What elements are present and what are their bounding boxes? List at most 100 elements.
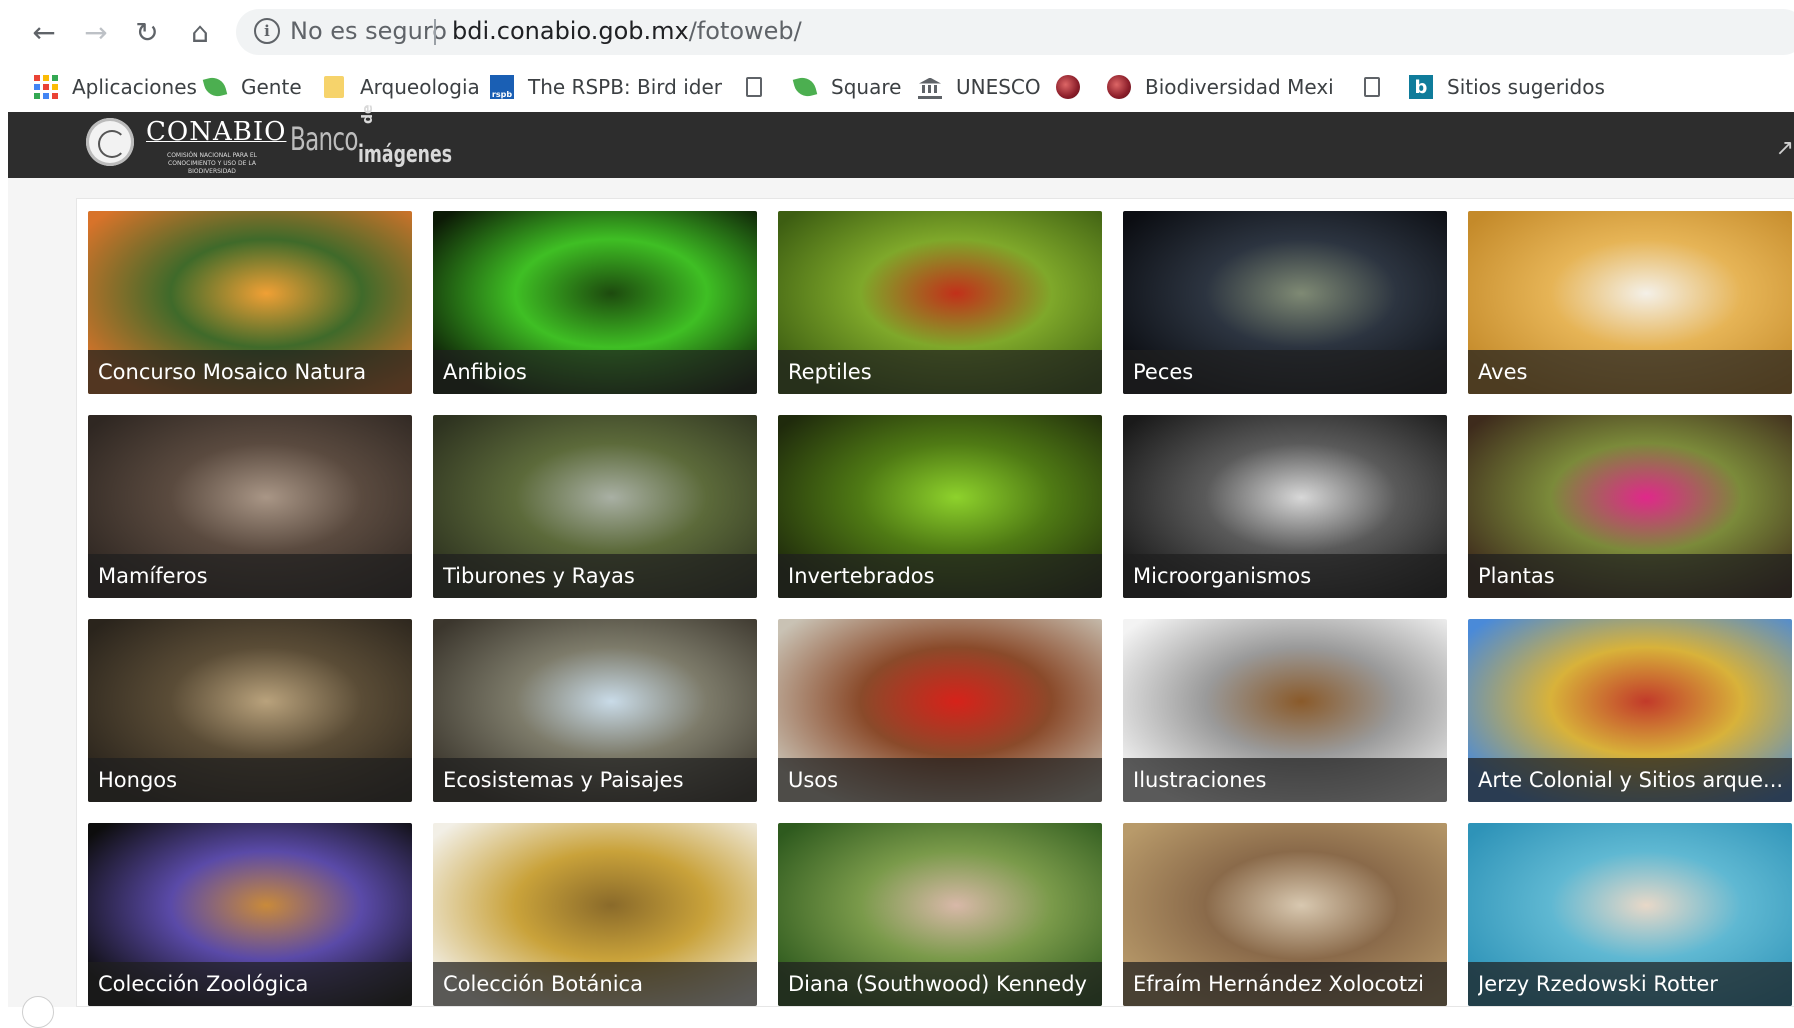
back-arrow-icon[interactable]: ← bbox=[24, 12, 64, 52]
category-label: Usos bbox=[788, 768, 839, 792]
category-caption: Jerzy Rzedowski Rotter bbox=[1468, 962, 1792, 1006]
category-label: Invertebrados bbox=[788, 564, 935, 588]
category-caption: Ilustraciones bbox=[1123, 758, 1447, 802]
globe-icon bbox=[1056, 75, 1080, 99]
category-tile[interactable]: Colección Zoológica bbox=[88, 823, 412, 1006]
leaf-icon bbox=[202, 74, 228, 100]
bookmark-page-1[interactable] bbox=[742, 71, 780, 103]
category-tile[interactable]: Diana (Southwood) Kennedy bbox=[778, 823, 1102, 1006]
bookmark-label: Biodiversidad Mexica bbox=[1145, 75, 1333, 99]
category-caption: Ecosistemas y Paisajes bbox=[433, 758, 757, 802]
bookmark-rspb[interactable]: rspb The RSPB: Bird identi bbox=[490, 71, 722, 103]
category-label: Microorganismos bbox=[1133, 564, 1312, 588]
category-label: Hongos bbox=[98, 768, 178, 792]
banco-de: de bbox=[360, 104, 376, 124]
category-caption: Invertebrados bbox=[778, 554, 1102, 598]
forward-arrow-icon[interactable]: → bbox=[76, 12, 116, 52]
category-tile[interactable]: Efraím Hernández Xolocotzi bbox=[1123, 823, 1447, 1006]
category-tile[interactable]: Tiburones y Rayas bbox=[433, 415, 757, 598]
category-caption: Mamíferos bbox=[88, 554, 412, 598]
category-caption: Aves bbox=[1468, 350, 1792, 394]
category-tile[interactable]: Microorganismos bbox=[1123, 415, 1447, 598]
bookmark-unesco[interactable]: UNESCO bbox=[918, 71, 1041, 103]
category-tile[interactable]: Ilustraciones bbox=[1123, 619, 1447, 802]
category-tile[interactable]: Arte Colonial y Sitios arque... bbox=[1468, 619, 1792, 802]
bookmark-arqueologia[interactable]: Arqueologia bbox=[322, 71, 480, 103]
globe-icon bbox=[1107, 75, 1131, 99]
category-label: Arte Colonial y Sitios arque... bbox=[1478, 768, 1784, 792]
bookmark-gente[interactable]: Gente bbox=[202, 71, 302, 103]
category-label: Diana (Southwood) Kennedy bbox=[788, 972, 1087, 996]
bookmark-label: The RSPB: Bird identi bbox=[528, 75, 722, 99]
category-label: Efraím Hernández Xolocotzi bbox=[1133, 972, 1424, 996]
category-label: Jerzy Rzedowski Rotter bbox=[1478, 972, 1718, 996]
category-label: Peces bbox=[1133, 360, 1194, 384]
scroll-to-top-button[interactable] bbox=[22, 996, 54, 1028]
category-caption: Reptiles bbox=[778, 350, 1102, 394]
category-label: Aves bbox=[1478, 360, 1528, 384]
category-tile[interactable]: Plantas bbox=[1468, 415, 1792, 598]
category-caption: Tiburones y Rayas bbox=[433, 554, 757, 598]
info-icon[interactable]: i bbox=[254, 18, 280, 44]
bookmark-label: Aplicaciones bbox=[72, 75, 197, 99]
reload-icon[interactable]: ↻ bbox=[127, 12, 167, 52]
category-tile[interactable]: Anfibios bbox=[433, 211, 757, 394]
category-tile[interactable]: Hongos bbox=[88, 619, 412, 802]
bookmark-label: Arqueologia bbox=[360, 75, 480, 99]
category-tile[interactable]: Ecosistemas y Paisajes bbox=[433, 619, 757, 802]
category-caption: Colección Botánica bbox=[433, 962, 757, 1006]
category-label: Anfibios bbox=[443, 360, 527, 384]
category-caption: Plantas bbox=[1468, 554, 1792, 598]
category-tile[interactable]: Reptiles bbox=[778, 211, 1102, 394]
category-caption: Anfibios bbox=[433, 350, 757, 394]
site-header: CONABIO COMISIÓN NACIONAL PARA EL CONOCI… bbox=[8, 104, 1794, 178]
category-caption: Concurso Mosaico Natura bbox=[88, 350, 412, 394]
page-icon bbox=[742, 75, 766, 99]
category-tile[interactable]: Usos bbox=[778, 619, 1102, 802]
banco-title[interactable]: Banco bbox=[290, 120, 358, 158]
banco-imagenes: imágenes bbox=[358, 140, 452, 168]
bookmark-label: Gente bbox=[241, 75, 302, 99]
omnibox-divider bbox=[434, 19, 436, 45]
category-label: Ilustraciones bbox=[1133, 768, 1267, 792]
category-tile[interactable]: Jerzy Rzedowski Rotter bbox=[1468, 823, 1792, 1006]
bookmark-sitios-sugeridos[interactable]: b Sitios sugeridos bbox=[1409, 71, 1605, 103]
bookmark-label: Sitios sugeridos bbox=[1447, 75, 1605, 99]
page-icon bbox=[1360, 75, 1384, 99]
category-caption: Arte Colonial y Sitios arque... bbox=[1468, 758, 1792, 802]
category-tile[interactable]: Concurso Mosaico Natura bbox=[88, 211, 412, 394]
category-label: Reptiles bbox=[788, 360, 872, 384]
browser-toolbar: ← → ↻ ⌂ i No es seguro bdi.conabio.gob.m… bbox=[0, 0, 1794, 62]
leaf-icon bbox=[792, 74, 818, 100]
category-caption: Hongos bbox=[88, 758, 412, 802]
home-icon[interactable]: ⌂ bbox=[180, 12, 220, 52]
security-label[interactable]: No es seguro bbox=[290, 17, 447, 45]
bookmark-square[interactable]: Square bbox=[792, 71, 902, 103]
bookmark-aplicaciones[interactable]: Aplicaciones bbox=[34, 71, 197, 103]
bookmark-biodiversidad[interactable]: Biodiversidad Mexica bbox=[1107, 71, 1333, 103]
rspb-icon: rspb bbox=[490, 75, 514, 99]
category-label: Ecosistemas y Paisajes bbox=[443, 768, 684, 792]
category-tile[interactable]: Peces bbox=[1123, 211, 1447, 394]
bookmark-label: UNESCO bbox=[956, 75, 1041, 99]
bookmark-label: Square bbox=[831, 75, 902, 99]
folder-icon bbox=[322, 75, 346, 99]
category-tile[interactable]: Aves bbox=[1468, 211, 1792, 394]
category-tile[interactable]: Colección Botánica bbox=[433, 823, 757, 1006]
logo-name[interactable]: CONABIO bbox=[146, 117, 286, 147]
bing-icon: b bbox=[1409, 75, 1433, 99]
category-caption: Microorganismos bbox=[1123, 554, 1447, 598]
url-text[interactable]: bdi.conabio.gob.mx/fotoweb/ bbox=[452, 17, 802, 45]
category-tile[interactable]: Mamíferos bbox=[88, 415, 412, 598]
logo-subtitle: COMISIÓN NACIONAL PARA EL CONOCIMIENTO Y… bbox=[167, 152, 257, 175]
address-bar[interactable]: i No es seguro bdi.conabio.gob.mx/fotowe… bbox=[236, 9, 1794, 55]
category-label: Colección Botánica bbox=[443, 972, 643, 996]
conabio-logo-icon[interactable] bbox=[86, 118, 134, 166]
bookmark-page-2[interactable] bbox=[1360, 71, 1398, 103]
category-caption: Colección Zoológica bbox=[88, 962, 412, 1006]
category-label: Colección Zoológica bbox=[98, 972, 309, 996]
menu-corner-icon[interactable]: ↗ bbox=[1776, 136, 1794, 161]
bookmark-globe[interactable] bbox=[1056, 71, 1094, 103]
category-label: Mamíferos bbox=[98, 564, 208, 588]
category-tile[interactable]: Invertebrados bbox=[778, 415, 1102, 598]
